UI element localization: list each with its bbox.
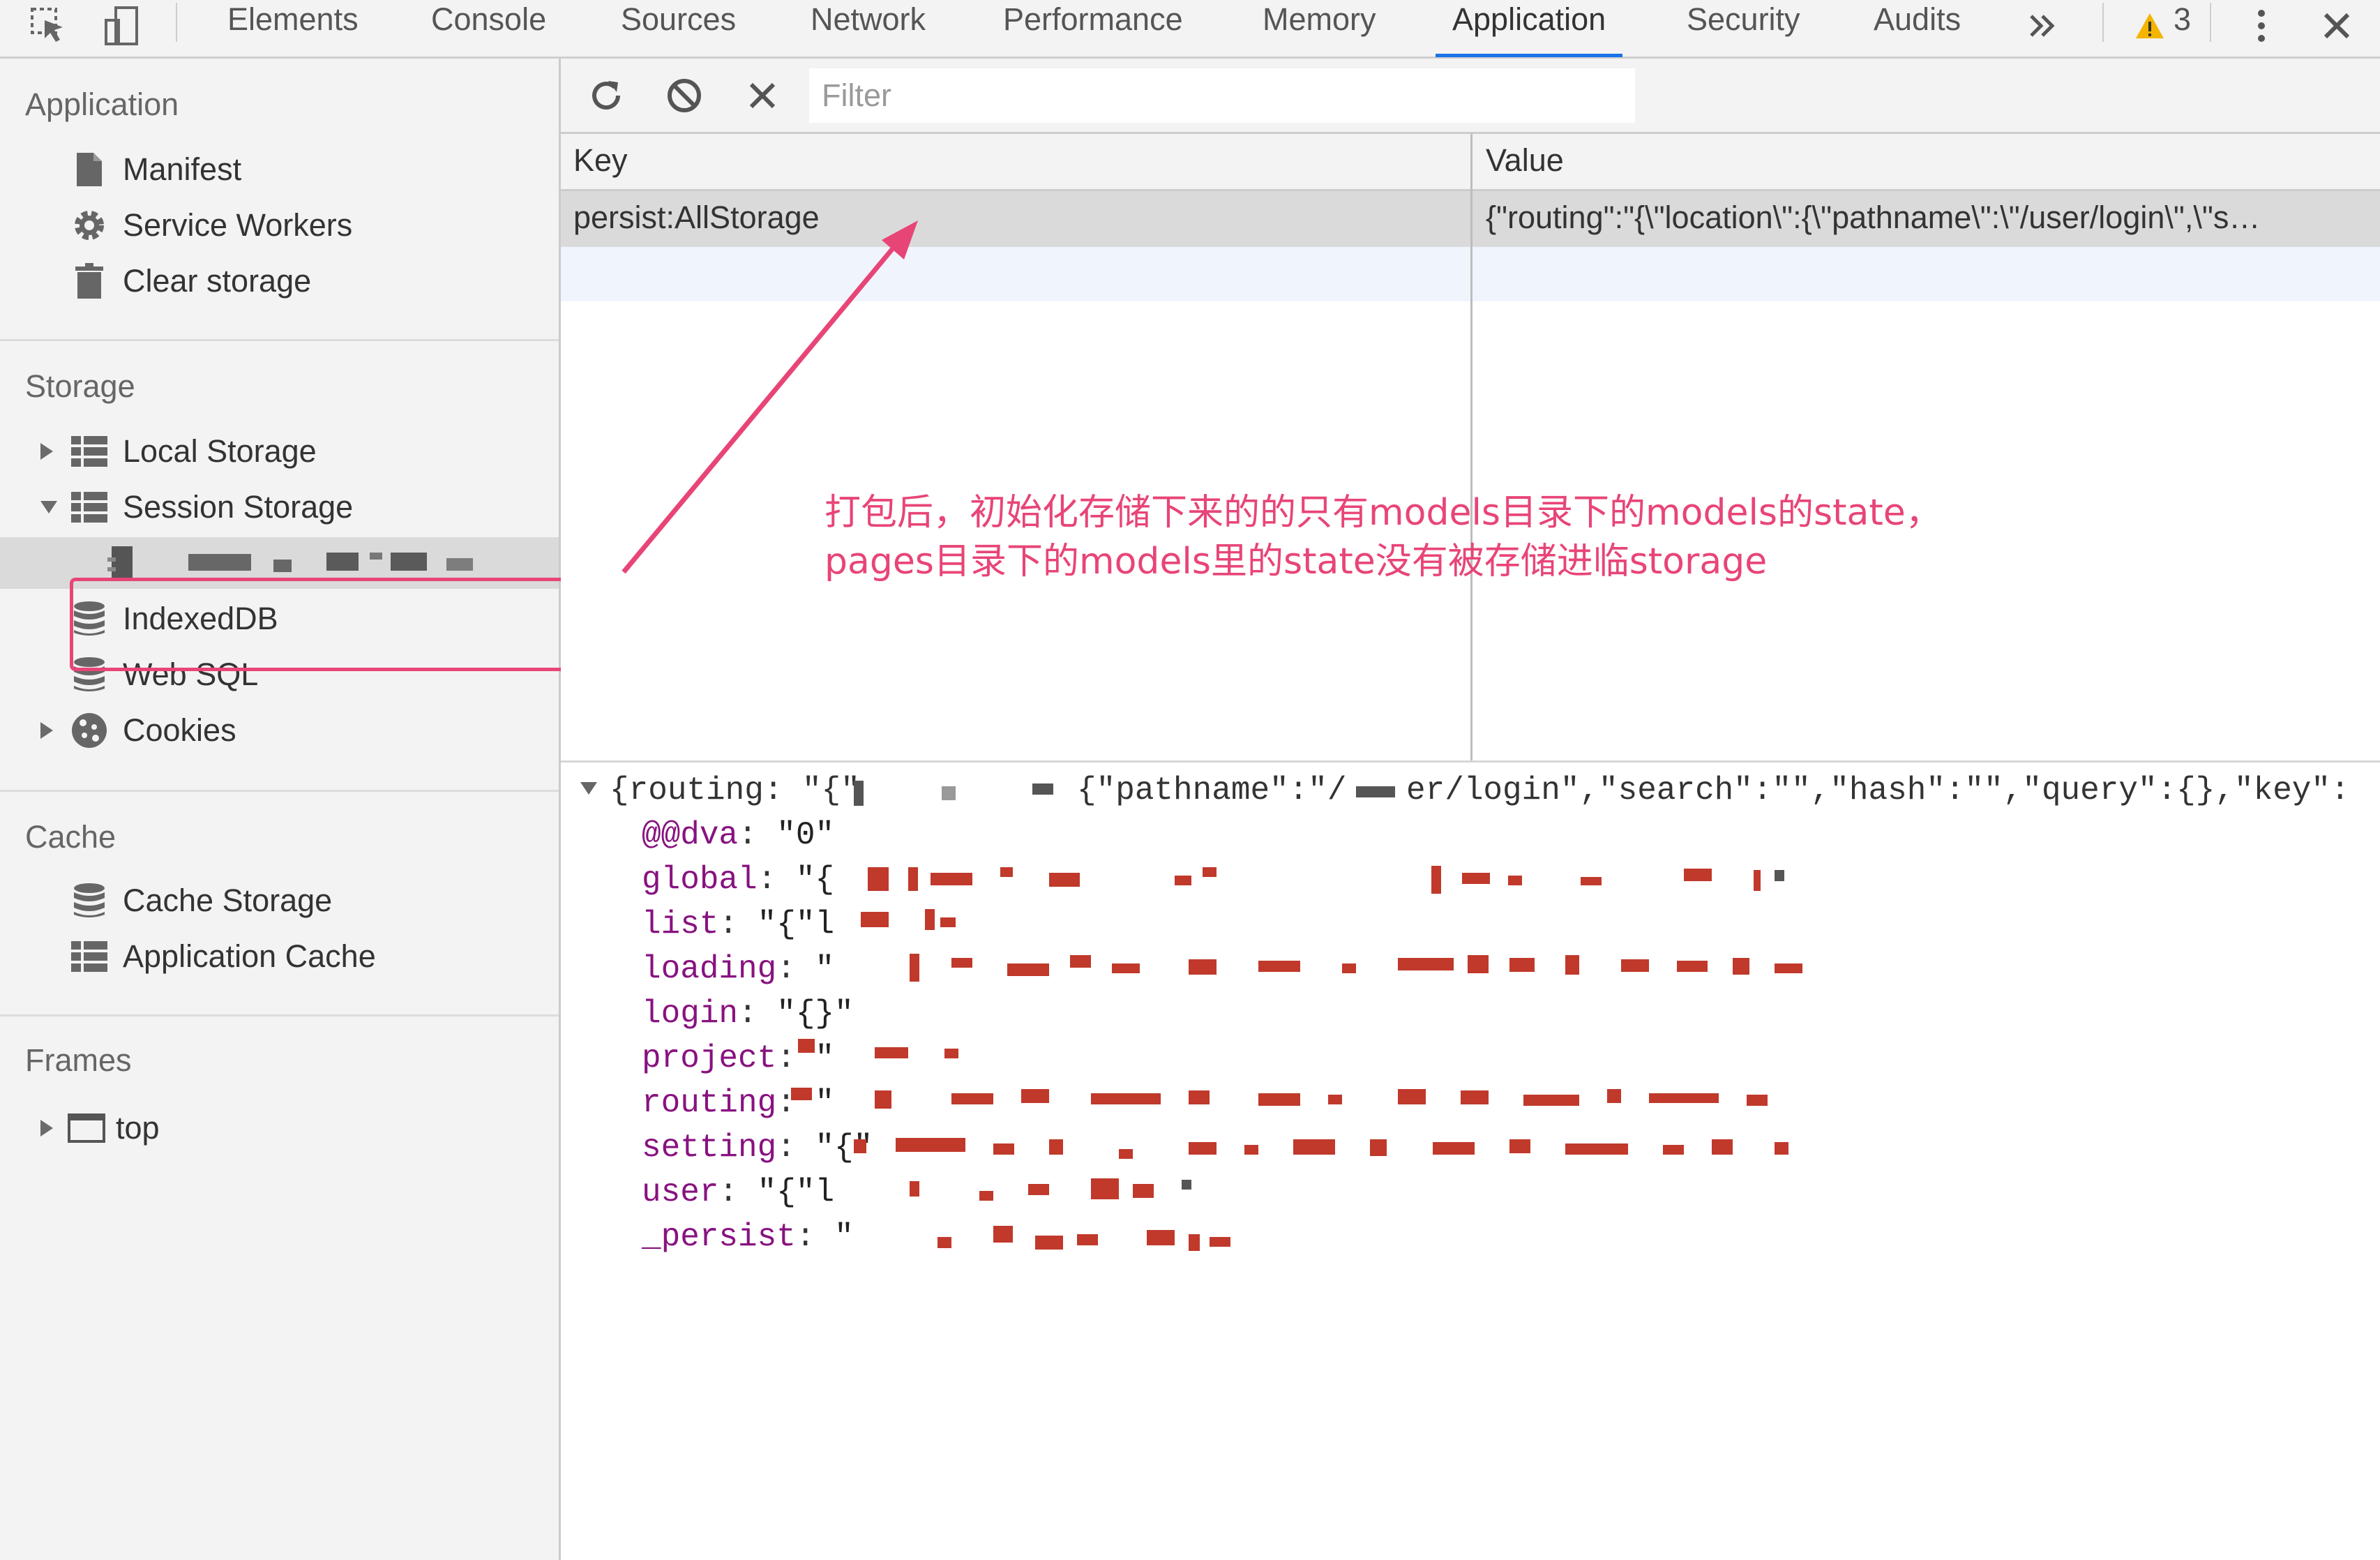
column-header-key[interactable]: Key [573, 142, 628, 179]
expand-arrow-icon[interactable] [40, 722, 53, 739]
section-divider [0, 790, 559, 792]
sidebar-item-label: top [116, 1110, 160, 1146]
sidebar-item-label: Cache Storage [123, 883, 333, 918]
toolbar-separator [176, 3, 177, 42]
annotation-highlight-box [70, 578, 597, 671]
sidebar-item-label: Application Cache [123, 938, 376, 974]
sidebar-item-label: Local Storage [123, 433, 317, 469]
filter-input[interactable] [809, 68, 1635, 123]
expand-arrow-icon[interactable] [40, 443, 53, 460]
preview-entry: global: "{ [642, 862, 835, 898]
tab-performance[interactable]: Performance [1003, 0, 1183, 56]
preview-root-line: {routing: "{" [610, 772, 860, 809]
column-header-value[interactable]: Value [1486, 142, 1564, 179]
device-toolbar-icon[interactable] [100, 4, 142, 47]
toolbar-separator [2102, 3, 2104, 42]
redaction-block [854, 781, 864, 806]
section-title-frames: Frames [25, 1042, 132, 1078]
tab-audits[interactable]: Audits [1874, 0, 1961, 56]
sidebar-item-label: Service Workers [123, 207, 353, 243]
preview-root-line-visible2: er/login","search":"","hash":"","query":… [1406, 772, 2350, 809]
redacted-origin-label [391, 553, 427, 571]
section-divider [0, 339, 559, 341]
document-icon [102, 543, 141, 583]
redaction-block [1032, 783, 1053, 795]
preview-root-line-visible: {"pathname":"/ [1077, 772, 1346, 809]
sidebar-item-cache-storage[interactable]: Cache Storage [0, 875, 559, 927]
delete-selected-icon[interactable] [738, 71, 787, 120]
tab-application[interactable]: Application [1435, 0, 1623, 57]
database-icon [70, 881, 109, 920]
toolbar-separator [2210, 3, 2211, 42]
preview-root-prefix: {routing: "{" [610, 772, 860, 809]
tab-console[interactable]: Console [431, 0, 546, 56]
more-vertical-icon[interactable] [2240, 4, 2282, 47]
warning-count[interactable]: 3 [2174, 0, 2191, 56]
grid-icon [70, 432, 109, 471]
tab-security[interactable]: Security [1687, 0, 1800, 56]
frame-icon [67, 1109, 106, 1148]
inspect-element-icon[interactable] [28, 4, 70, 47]
tab-sources[interactable]: Sources [621, 0, 736, 56]
preview-entry: _persist: " [642, 1219, 854, 1255]
sidebar-item-session-storage[interactable]: Session Storage [0, 481, 559, 533]
section-title-storage: Storage [25, 368, 135, 404]
redaction-block [1356, 786, 1395, 797]
warning-icon[interactable] [2133, 4, 2167, 47]
redacted-origin-label [370, 553, 382, 560]
sidebar-item-label: Manifest [123, 151, 242, 187]
section-title-application: Application [25, 87, 179, 122]
grid-icon [70, 937, 109, 976]
sidebar-item-service-workers[interactable]: Service Workers [0, 200, 559, 251]
refresh-icon[interactable] [582, 71, 631, 120]
redacted-origin-label [446, 558, 473, 571]
sidebar-item-clear-storage[interactable]: Clear storage [0, 255, 559, 307]
preview-root-visible: {"pathname":"/ [1077, 772, 1347, 809]
annotation-line-2: pages目录下的models里的state没有被存储进临storage [824, 541, 1768, 583]
section-divider [0, 1014, 559, 1017]
double-chevron-right-icon[interactable] [2021, 4, 2063, 47]
sidebar-item-cookies[interactable]: Cookies [0, 705, 559, 756]
block-icon[interactable] [660, 71, 709, 120]
redacted-origin-label [326, 553, 359, 571]
redaction-block [942, 786, 956, 800]
sidebar-item-top-frame[interactable]: top [0, 1102, 559, 1154]
redacted-origin-label [273, 560, 292, 572]
preview-entry: user: "{"l [642, 1174, 835, 1210]
column-divider[interactable] [1470, 134, 1473, 760]
tab-network[interactable]: Network [811, 0, 926, 56]
sidebar-item-label: Cookies [123, 712, 236, 748]
sidebar-item-label: Clear storage [123, 263, 312, 299]
gear-icon [70, 206, 109, 245]
trash-icon [70, 262, 109, 301]
sidebar-item-application-cache[interactable]: Application Cache [0, 931, 559, 982]
sidebar-item-local-storage[interactable]: Local Storage [0, 426, 559, 477]
sidebar-item-manifest[interactable]: Manifest [0, 144, 559, 195]
table-cell-value: {"routing":"{\"location\":{\"pathname\":… [1486, 200, 2261, 235]
sidebar: Application Manifest Service Workers Cle… [0, 59, 597, 1560]
preview-root-visible2: er/login","search":"","hash":"","query":… [1406, 772, 2350, 809]
preview-entry: loading: " [642, 951, 835, 987]
sidebar-item-label: Session Storage [123, 489, 354, 525]
preview-entry: login: "{}" [642, 996, 854, 1032]
tab-elements[interactable]: Elements [227, 0, 359, 56]
collapse-arrow-icon[interactable] [40, 501, 57, 513]
collapse-arrow-icon[interactable] [580, 782, 597, 795]
preview-entry: list: "{"l [642, 906, 835, 943]
value-preview: {routing: "{" {"pathname":"/ er/login","… [561, 760, 2380, 1560]
annotation-line-1: 打包后，初始化存储下来的的只有models目录下的models的state， [824, 492, 1942, 534]
close-devtools-icon[interactable] [2316, 4, 2358, 47]
grid-icon [70, 488, 109, 527]
section-title-cache: Cache [25, 819, 116, 855]
devtools-tab-bar: Elements Console Sources Network Perform… [0, 0, 2380, 59]
tab-memory[interactable]: Memory [1263, 0, 1376, 56]
redacted-origin-label [188, 554, 251, 571]
cookie-icon [70, 711, 109, 750]
preview-entry: @@dva: "0" [642, 817, 835, 853]
preview-entry: setting: "{" [642, 1130, 873, 1166]
document-icon [70, 150, 109, 189]
expand-arrow-icon[interactable] [40, 1120, 53, 1137]
annotation-text: 打包后，初始化存储下来的的只有models目录下的models的state， p… [824, 488, 1942, 586]
